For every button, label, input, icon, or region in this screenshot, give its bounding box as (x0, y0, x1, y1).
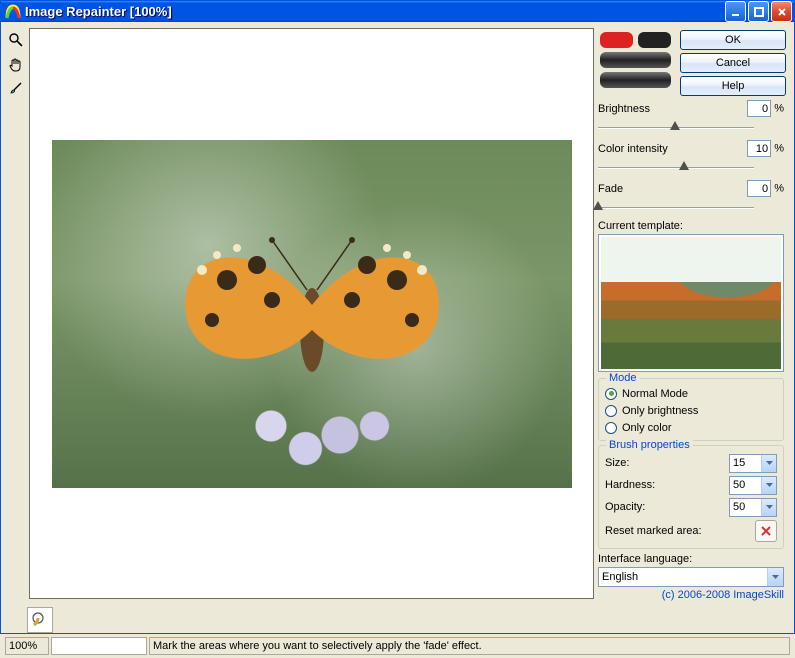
mode-brightness-label: Only brightness (622, 405, 698, 417)
hint-status: Mark the areas where you want to selecti… (149, 637, 790, 655)
fade-label: Fade (598, 183, 623, 195)
colorintensity-suffix: % (774, 143, 784, 155)
radio-icon (605, 405, 617, 417)
brightness-value[interactable] (747, 100, 771, 117)
chevron-down-icon (761, 455, 776, 472)
chevron-down-icon (767, 568, 783, 586)
current-template-label: Current template: (598, 220, 790, 234)
size-value: 15 (730, 457, 761, 469)
language-combo[interactable]: English (598, 567, 784, 587)
size-combo[interactable]: 15 (729, 454, 777, 473)
preview-image (52, 140, 572, 488)
maximize-button[interactable] (748, 1, 769, 22)
language-label: Interface language: (598, 553, 784, 565)
chevron-down-icon (761, 477, 776, 494)
hardness-label: Hardness: (605, 479, 655, 491)
brightness-label: Brightness (598, 103, 650, 115)
size-label: Size: (605, 457, 629, 469)
brush-legend: Brush properties (606, 439, 693, 451)
tool-column (5, 26, 27, 601)
app-icon (5, 4, 21, 20)
mode-color-label: Only color (622, 422, 672, 434)
chevron-down-icon (761, 499, 776, 516)
reset-label: Reset marked area: (605, 525, 702, 537)
zoom-tool[interactable] (6, 30, 26, 50)
brightness-suffix: % (774, 103, 784, 115)
mode-normal-label: Normal Mode (622, 388, 688, 400)
window-title: Image Repainter [100%] (25, 4, 725, 19)
status-bar: 100% Mark the areas where you want to se… (1, 637, 794, 658)
template-image (601, 237, 781, 369)
ok-button[interactable]: OK (680, 30, 786, 50)
zoom-status: 100% (5, 637, 49, 655)
canvas[interactable] (29, 28, 594, 599)
mode-brightness[interactable]: Only brightness (605, 402, 777, 419)
cancel-button[interactable]: Cancel (680, 53, 786, 73)
mode-legend: Mode (606, 372, 640, 384)
colorintensity-value[interactable] (747, 140, 771, 157)
hardness-value: 50 (730, 479, 761, 491)
navigator-button[interactable] (27, 607, 53, 633)
progress-status (51, 637, 147, 655)
right-panel: OK Cancel Help Brightness % (598, 26, 790, 601)
help-button[interactable]: Help (680, 76, 786, 96)
fade-suffix: % (774, 183, 784, 195)
fade-slider[interactable] (598, 198, 784, 216)
fade-value[interactable] (747, 180, 771, 197)
hardness-combo[interactable]: 50 (729, 476, 777, 495)
opacity-value: 50 (730, 501, 761, 513)
colorintensity-label: Color intensity (598, 143, 668, 155)
reset-marked-button[interactable] (755, 520, 777, 542)
colorintensity-slider[interactable] (598, 158, 784, 176)
hand-tool[interactable] (6, 54, 26, 74)
template-preview[interactable] (598, 234, 784, 372)
language-value: English (599, 571, 767, 583)
brush-tool[interactable] (6, 78, 26, 98)
opacity-combo[interactable]: 50 (729, 498, 777, 517)
mode-group: Mode Normal Mode Only brightness Only co… (598, 378, 784, 441)
plugin-logo (598, 30, 674, 90)
close-button[interactable] (771, 1, 792, 22)
brush-group: Brush properties Size: 15 Hardness: 50 (598, 445, 784, 549)
copyright: (c) 2006-2008 ImageSkill (598, 587, 790, 601)
opacity-label: Opacity: (605, 501, 645, 513)
titlebar: Image Repainter [100%] (1, 1, 794, 22)
mode-normal[interactable]: Normal Mode (605, 385, 777, 402)
radio-icon (605, 422, 617, 434)
mode-color[interactable]: Only color (605, 419, 777, 436)
radio-icon (605, 388, 617, 400)
minimize-button[interactable] (725, 1, 746, 22)
brightness-slider[interactable] (598, 118, 784, 136)
